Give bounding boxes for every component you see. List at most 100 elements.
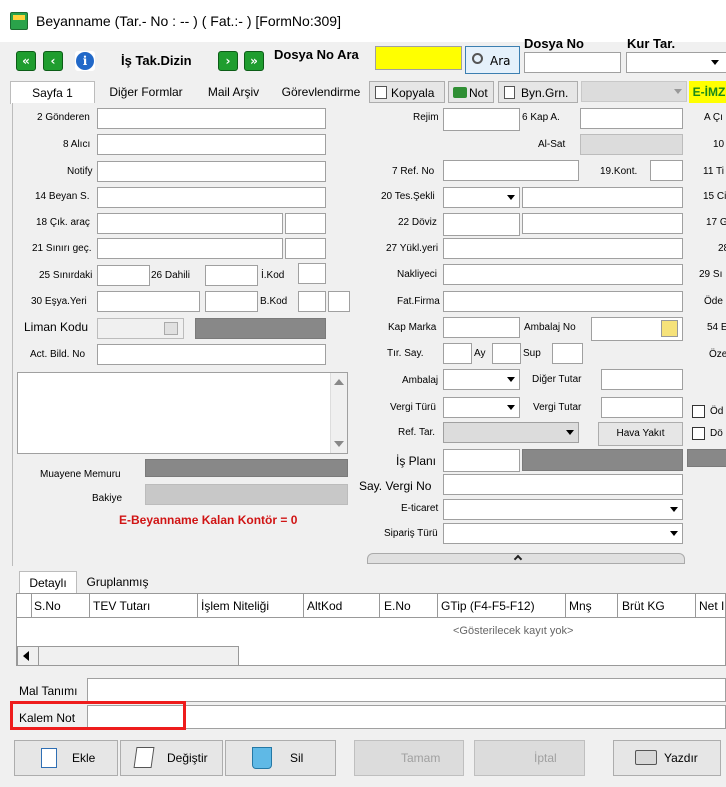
beyan-s-input[interactable] (97, 187, 326, 208)
esya-yeri-code-input[interactable] (205, 291, 258, 312)
doviz-checkbox[interactable] (692, 427, 705, 440)
tir-say-input[interactable] (443, 343, 472, 364)
ara-button[interactable]: Ara (465, 46, 520, 74)
i-kod-input[interactable] (298, 263, 326, 284)
vergi-tutar-input[interactable] (601, 397, 683, 418)
doviz-aciklama-input[interactable] (522, 213, 683, 234)
fat-firma-input[interactable] (443, 291, 683, 312)
col-net[interactable]: Net I (699, 599, 724, 613)
esya-yeri-input[interactable] (97, 291, 200, 312)
e-ticaret-select[interactable] (443, 499, 683, 520)
kalem-not-highlight-box (10, 701, 186, 730)
tes-sekli-aciklama-input[interactable] (522, 187, 683, 208)
sil-button[interactable]: Sil (225, 740, 336, 776)
scroll-up-icon[interactable] (334, 379, 344, 385)
tab-diger-formlar[interactable]: Diğer Formlar (100, 81, 192, 103)
ref-no-input[interactable] (443, 160, 579, 181)
sinir-gec-input[interactable] (97, 238, 283, 259)
ay-input[interactable] (492, 343, 521, 364)
grid-row-selector-header (17, 594, 32, 618)
dosya-no-ara-input[interactable] (375, 46, 462, 70)
siparis-turu-select[interactable] (443, 523, 683, 544)
notes-textarea[interactable] (17, 372, 348, 454)
alici-input[interactable] (97, 134, 326, 155)
collapse-panel-button[interactable] (367, 553, 685, 564)
tes-sekli-select[interactable] (443, 187, 520, 208)
kopyala-button[interactable]: Kopyala (369, 81, 445, 103)
ref-tar-select[interactable] (443, 422, 579, 443)
col-tev-tutari[interactable]: TEV Tutarı (93, 599, 150, 613)
prev-record-button[interactable]: ‹ (43, 51, 63, 71)
cik-arac-input[interactable] (97, 213, 283, 234)
kont-input[interactable] (650, 160, 683, 181)
col-gtip[interactable]: GTip (F4-F5-F12) (441, 599, 535, 613)
scroll-left-icon[interactable] (23, 651, 29, 661)
iptal-button[interactable]: İptal (474, 740, 585, 776)
info-button[interactable]: i (75, 51, 95, 71)
kur-tar-select[interactable] (626, 52, 726, 73)
doviz-input[interactable] (443, 213, 520, 236)
col-brut-kg[interactable]: Brüt KG (622, 599, 665, 613)
b-kod-extra-input[interactable] (328, 291, 350, 312)
sup-input[interactable] (552, 343, 583, 364)
yukl-yeri-input[interactable] (443, 238, 683, 259)
act-bild-input[interactable] (97, 344, 326, 365)
al-sat-input[interactable] (580, 134, 683, 155)
dahili-input[interactable] (205, 265, 258, 286)
gonderen-input[interactable] (97, 108, 326, 129)
sinir-gec-code-input[interactable] (285, 238, 326, 259)
col-sno[interactable]: S.No (34, 599, 61, 613)
lookup-icon[interactable] (164, 322, 178, 335)
first-record-button[interactable]: « (16, 51, 36, 71)
kap-a-input[interactable] (580, 108, 683, 129)
chevron-down-icon (674, 89, 682, 94)
col-mns[interactable]: Mnş (569, 599, 592, 613)
notify-input[interactable] (97, 161, 326, 182)
kap-marka-input[interactable] (443, 317, 520, 338)
next-record-button[interactable]: › (218, 51, 238, 71)
scroll-down-icon[interactable] (334, 441, 344, 447)
yazdir-button[interactable]: Yazdır (613, 740, 721, 776)
e-imza-tab[interactable]: E-İMZ (689, 81, 726, 103)
right-label-2: 10 (713, 139, 725, 150)
tab-gruplanmis[interactable]: Gruplanmış (80, 571, 155, 593)
degistir-button[interactable]: Değiştir (120, 740, 223, 776)
tab-overflow-select[interactable] (581, 81, 687, 102)
ara-button-label: Ara (490, 54, 511, 68)
say-vergi-no-input[interactable] (443, 474, 683, 495)
tab-sayfa1[interactable]: Sayfa 1 (10, 81, 95, 104)
dosya-no-ara-label: Dosya No Ara (274, 47, 359, 62)
tab-mail-arsiv[interactable]: Mail Arşiv (196, 81, 271, 103)
sinirdaki-input[interactable] (97, 265, 150, 286)
cik-arac-code-input[interactable] (285, 213, 326, 234)
col-islem-niteligi[interactable]: İşlem Niteliği (201, 599, 269, 613)
ambalaj-no-input[interactable] (591, 317, 683, 341)
byn-grn-button[interactable]: Byn.Grn. (498, 81, 578, 103)
col-eno[interactable]: E.No (384, 599, 411, 613)
col-altkod[interactable]: AltKod (307, 599, 342, 613)
vergi-turu-select[interactable] (443, 397, 520, 418)
not-button[interactable]: Not (448, 81, 494, 103)
dosya-no-input[interactable] (524, 52, 621, 73)
is-plani-input[interactable] (443, 449, 520, 472)
diger-tutar-input[interactable] (601, 369, 683, 390)
hava-yakit-button[interactable]: Hava Yakıt (598, 422, 683, 446)
b-kod-label: B.Kod (260, 296, 288, 307)
edit-icon[interactable] (661, 320, 678, 337)
tab-gorevlendirme[interactable]: Görevlendirme (275, 81, 367, 103)
is-takip-dizin-label[interactable]: İş Tak.Dizin (121, 53, 192, 68)
ambalaj-select[interactable] (443, 369, 520, 390)
chevron-down-icon (670, 507, 678, 512)
tab-detayli[interactable]: Detaylı (19, 571, 77, 593)
last-record-button[interactable]: » (244, 51, 264, 71)
textarea-scrollbar[interactable] (330, 373, 347, 453)
ekle-button[interactable]: Ekle (14, 740, 118, 776)
grid-horizontal-scrollbar[interactable] (17, 646, 239, 666)
rejim-input[interactable] (443, 108, 520, 131)
nakliyeci-input[interactable] (443, 264, 683, 285)
tamam-button[interactable]: Tamam (354, 740, 464, 776)
liman-kodu-input[interactable] (97, 318, 184, 339)
odeme-checkbox[interactable] (692, 405, 705, 418)
b-kod-input[interactable] (298, 291, 326, 312)
mal-tanimi-input[interactable] (87, 678, 726, 702)
